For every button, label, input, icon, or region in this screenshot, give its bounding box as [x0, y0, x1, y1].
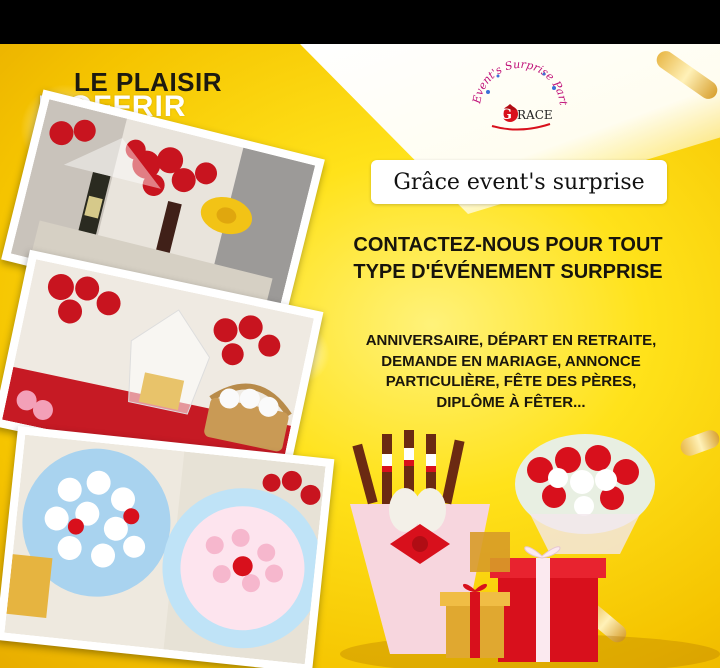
- gifts-illustration: [340, 430, 720, 668]
- contact-heading: CONTACTEZ-NOUS POUR TOUT TYPE D'ÉVÉNEMEN…: [318, 232, 698, 286]
- events-line1: ANNIVERSAIRE, DÉPART EN RETRAITE,: [365, 332, 657, 349]
- gold-gift-box-icon: [440, 583, 510, 658]
- logo-arc-text: Event's Surprise Party: [466, 44, 570, 107]
- roses-bouquet-icon: [515, 434, 655, 554]
- brand-name-badge: Grâce event's surprise: [371, 160, 667, 204]
- svg-text:G: G: [500, 107, 512, 123]
- logo-name: RACE: [517, 108, 553, 122]
- events-line4: DIPLÔME À FÊTER...: [436, 393, 586, 411]
- contact-line2: TYPE D'ÉVÉNEMENT SURPRISE: [353, 261, 663, 283]
- event-types-list: ANNIVERSAIRE, DÉPART EN RETRAITE, DEMAND…: [326, 331, 696, 413]
- events-line3: PARTICULIÈRE, FÊTE DES PÈRES,: [385, 373, 637, 390]
- events-line2: DEMANDE EN MARIAGE, ANNONCE: [381, 352, 641, 370]
- photo-blue-white-bouquets: [0, 425, 335, 668]
- svg-text:Event's Surprise Party: Event's Surprise Party: [470, 52, 570, 107]
- poster: LE PLAISIR D'OFFRIR Event's Surprise Par…: [0, 44, 720, 668]
- contact-line1: CONTACTEZ-NOUS POUR TOUT: [353, 234, 663, 256]
- grace-logo: Event's Surprise Party G RACE: [466, 44, 570, 134]
